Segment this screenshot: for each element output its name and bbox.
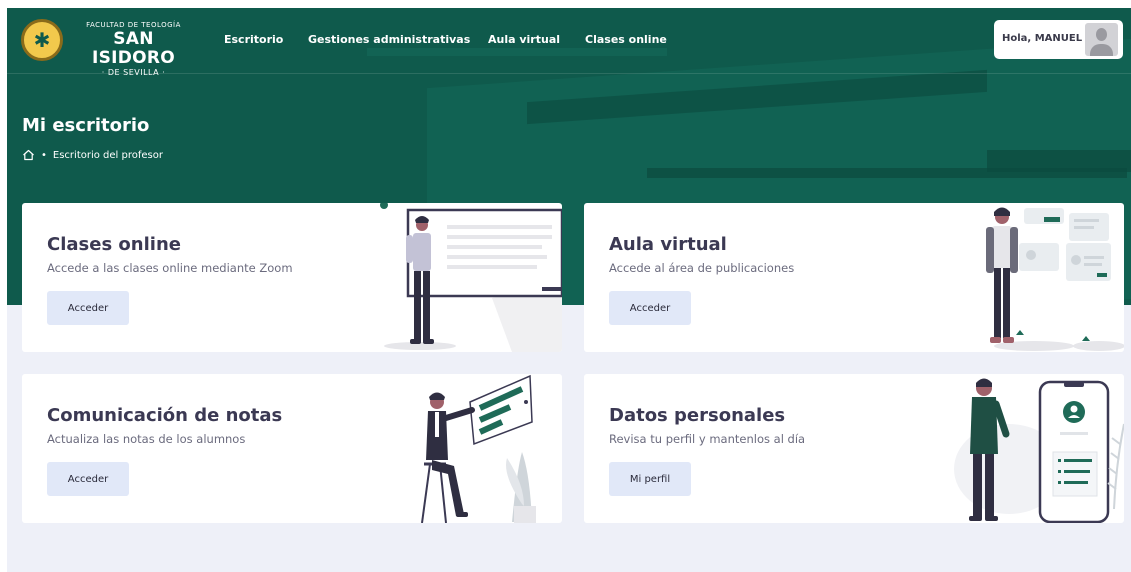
brand-logo[interactable]: FACULTAD DE TEOLOGÍA SAN ISIDORO · DE SE…: [71, 21, 196, 78]
man-with-phone-profile-illustration: [954, 378, 1124, 523]
acceder-clases-online-button[interactable]: Acceder: [47, 291, 129, 325]
card-subtitle: Accede a las clases online mediante Zoom: [47, 261, 293, 275]
man-with-floating-cards-illustration: [986, 207, 1124, 351]
breadcrumb-separator: •: [41, 149, 47, 161]
card-comunicacion-notas: Comunicación de notas Actualiza las nota…: [22, 374, 562, 523]
nav-clases-online[interactable]: Clases online: [585, 33, 667, 46]
card-datos-personales: Datos personales Revisa tu perfil y mant…: [584, 374, 1124, 523]
card-subtitle: Revisa tu perfil y mantenlos al día: [609, 432, 806, 446]
man-on-stool-with-chart-illustration: [421, 374, 536, 523]
card-title: Datos personales: [609, 405, 786, 426]
seal-logo-icon[interactable]: ✱: [21, 19, 63, 61]
home-icon[interactable]: [22, 149, 35, 161]
building-detail: [987, 150, 1131, 172]
avatar-body: [1090, 44, 1113, 56]
page-title: Mi escritorio: [22, 115, 150, 136]
page: ✱ FACULTAD DE TEOLOGÍA SAN ISIDORO · DE …: [7, 8, 1131, 572]
user-greeting: Hola, MANUEL: [1002, 33, 1083, 44]
acceder-comunicacion-notas-button[interactable]: Acceder: [47, 462, 129, 496]
card-title: Clases online: [47, 234, 181, 255]
nav-escritorio[interactable]: Escritorio: [224, 33, 283, 46]
breadcrumb: • Escritorio del profesor: [22, 149, 163, 161]
avatar-head: [1096, 28, 1107, 41]
mi-perfil-button[interactable]: Mi perfil: [609, 462, 691, 496]
breadcrumb-current: Escritorio del profesor: [52, 149, 163, 161]
card-clases-online: Clases online Accede a las clases online…: [22, 203, 562, 352]
user-menu[interactable]: Hola, MANUEL: [994, 20, 1123, 59]
nav-gestiones-administrativas[interactable]: Gestiones administrativas: [308, 33, 470, 46]
card-title: Comunicación de notas: [47, 405, 283, 426]
nav-aula-virtual[interactable]: Aula virtual: [488, 33, 560, 46]
brand-line-3: · DE SEVILLA ·: [101, 68, 166, 77]
card-subtitle: Actualiza las notas de los alumnos: [47, 432, 246, 446]
brand-line-2: SAN ISIDORO: [91, 29, 176, 68]
card-aula-virtual: Aula virtual Accede al área de publicaci…: [584, 203, 1124, 352]
card-subtitle: Accede al área de publicaciones: [609, 261, 795, 275]
acceder-aula-virtual-button[interactable]: Acceder: [609, 291, 691, 325]
card-title: Aula virtual: [609, 234, 727, 255]
avatar[interactable]: [1085, 23, 1118, 56]
top-navbar: ✱ FACULTAD DE TEOLOGÍA SAN ISIDORO · DE …: [7, 8, 1131, 77]
man-at-whiteboard-illustration: [380, 203, 562, 352]
